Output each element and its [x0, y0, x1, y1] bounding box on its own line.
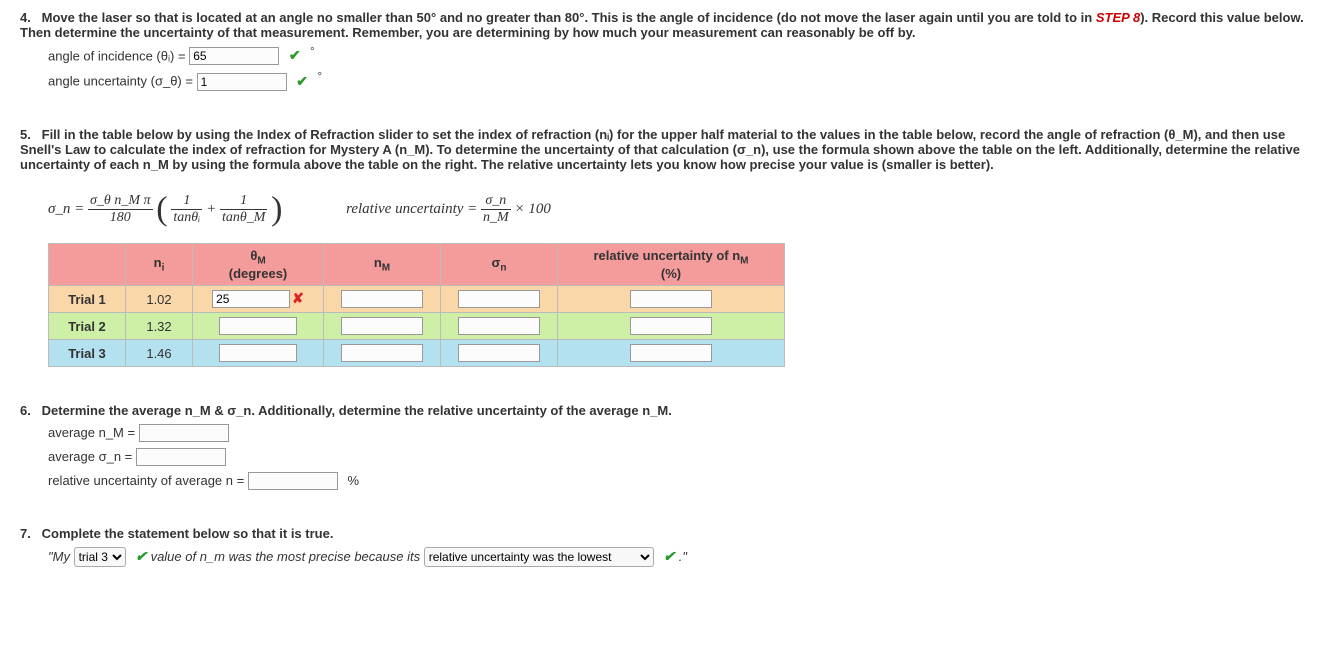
q7-text: Complete the statement below so that it …	[42, 526, 334, 541]
rel-unc-label: relative uncertainty of average n =	[48, 473, 244, 488]
reason-select[interactable]: relative uncertainty was the lowest	[424, 547, 654, 567]
question-7: 7. Complete the statement below so that …	[20, 526, 1322, 567]
sigman-cell	[441, 340, 558, 367]
relunc-cell	[558, 286, 785, 313]
relunc-cell	[558, 313, 785, 340]
q5-number: 5.	[20, 127, 38, 142]
formula-lhs: σ_n =	[48, 201, 84, 217]
relunc-input[interactable]	[630, 344, 712, 362]
th-sigman: σn	[441, 243, 558, 286]
quote-open: "My	[48, 549, 70, 564]
check-icon: ✔	[135, 548, 147, 564]
degree-unit: °	[318, 71, 322, 83]
rel-unc-row: relative uncertainty of average n = %	[48, 472, 1322, 490]
rel-unc-formula: relative uncertainty = σ_nn_M × 100	[346, 194, 551, 225]
th-relunc: relative uncertainty of nM(%)	[558, 243, 785, 286]
q4-text-a: Move the laser so that is located at an …	[42, 10, 1096, 25]
q5-text: Fill in the table below by using the Ind…	[20, 127, 1300, 172]
avg-nm-input[interactable]	[139, 424, 229, 442]
step8-label: STEP 8	[1096, 10, 1140, 25]
trial-select[interactable]: trial 3	[74, 547, 126, 567]
table-row: Trial 2 1.32	[49, 313, 785, 340]
th-thetam: θM(degrees)	[193, 243, 324, 286]
quote-close: ."	[679, 549, 687, 564]
avg-nm-row: average n_M =	[48, 424, 1322, 442]
q4-prompt: 4. Move the laser so that is located at …	[20, 10, 1322, 40]
trial-label: Trial 2	[49, 313, 126, 340]
ni-cell: 1.02	[126, 286, 193, 313]
formula2-lhs: relative uncertainty =	[346, 201, 477, 217]
uncertainty-label: angle uncertainty (σ_θ) =	[48, 74, 193, 89]
question-5: 5. Fill in the table below by using the …	[20, 127, 1322, 368]
trial-label: Trial 1	[49, 286, 126, 313]
table-header-row: ni θM(degrees) nM σn relative uncertaint…	[49, 243, 785, 286]
sigma-n-formula: σ_n = σ_θ n_M π180 ( 1tanθᵢ + 1tanθ_M )	[48, 194, 282, 225]
sigman-input[interactable]	[458, 317, 540, 335]
th-blank	[49, 243, 126, 286]
thetam-input[interactable]	[212, 290, 290, 308]
q6-text: Determine the average n_M & σ_n. Additio…	[42, 403, 672, 418]
nm-cell	[324, 313, 441, 340]
sigman-input[interactable]	[458, 290, 540, 308]
uncertainty-row: angle uncertainty (σ_θ) = ✔ °	[48, 71, 1322, 90]
thetam-cell	[193, 313, 324, 340]
relunc-cell	[558, 340, 785, 367]
th-nm: nM	[324, 243, 441, 286]
formula-row: σ_n = σ_θ n_M π180 ( 1tanθᵢ + 1tanθ_M ) …	[48, 194, 1322, 225]
rel-unc-input[interactable]	[248, 472, 338, 490]
incidence-input[interactable]	[189, 47, 279, 65]
question-6: 6. Determine the average n_M & σ_n. Addi…	[20, 403, 1322, 490]
incidence-row: angle of incidence (θᵢ) = ✔ °	[48, 46, 1322, 65]
table-row: Trial 3 1.46	[49, 340, 785, 367]
incidence-label: angle of incidence (θᵢ) =	[48, 48, 186, 63]
q7-number: 7.	[20, 526, 38, 541]
table-row: Trial 1 1.02 ✘	[49, 286, 785, 313]
avg-nm-label: average n_M =	[48, 425, 135, 440]
sigman-cell	[441, 286, 558, 313]
ni-cell: 1.46	[126, 340, 193, 367]
statement-mid: value of n_m was the most precise becaus…	[151, 549, 421, 564]
avg-sn-label: average σ_n =	[48, 449, 132, 464]
nm-cell	[324, 286, 441, 313]
trials-table: ni θM(degrees) nM σn relative uncertaint…	[48, 243, 785, 368]
nm-input[interactable]	[341, 344, 423, 362]
thetam-cell: ✘	[193, 286, 324, 313]
q6-number: 6.	[20, 403, 38, 418]
nm-input[interactable]	[341, 317, 423, 335]
q4-number: 4.	[20, 10, 38, 25]
avg-sn-input[interactable]	[136, 448, 226, 466]
question-4: 4. Move the laser so that is located at …	[20, 10, 1322, 91]
check-icon: ✔	[296, 73, 308, 89]
relunc-input[interactable]	[630, 317, 712, 335]
avg-sn-row: average σ_n =	[48, 448, 1322, 466]
sigman-cell	[441, 313, 558, 340]
th-ni: ni	[126, 243, 193, 286]
q5-prompt: 5. Fill in the table below by using the …	[20, 127, 1322, 172]
nm-cell	[324, 340, 441, 367]
relunc-input[interactable]	[630, 290, 712, 308]
trial-label: Trial 3	[49, 340, 126, 367]
thetam-input[interactable]	[219, 344, 297, 362]
statement-row: "My trial 3 ✔ value of n_m was the most …	[48, 547, 1322, 567]
q7-prompt: 7. Complete the statement below so that …	[20, 526, 1322, 541]
nm-input[interactable]	[341, 290, 423, 308]
check-icon: ✔	[663, 548, 675, 564]
cross-icon: ✘	[292, 290, 304, 306]
thetam-cell	[193, 340, 324, 367]
sigman-input[interactable]	[458, 344, 540, 362]
thetam-input[interactable]	[219, 317, 297, 335]
ni-cell: 1.32	[126, 313, 193, 340]
q6-prompt: 6. Determine the average n_M & σ_n. Addi…	[20, 403, 1322, 418]
check-icon: ✔	[289, 47, 301, 63]
degree-unit: °	[310, 46, 314, 58]
uncertainty-input[interactable]	[197, 73, 287, 91]
percent-unit: %	[347, 473, 359, 488]
